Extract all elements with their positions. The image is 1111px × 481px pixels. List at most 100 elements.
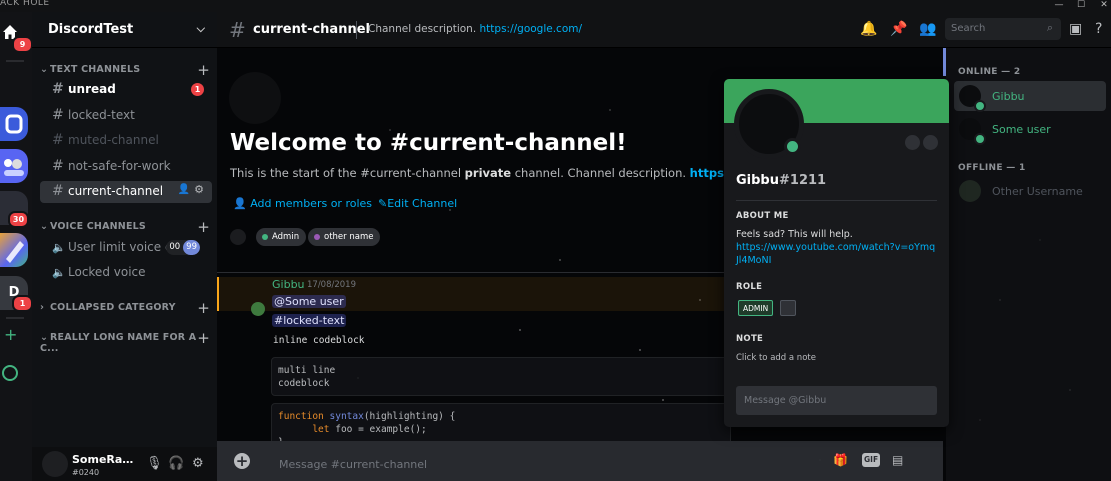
channel-name: not-safe-for-work: [68, 159, 171, 173]
message-author[interactable]: Gibbu: [272, 278, 305, 291]
direct-message-input[interactable]: Message @Gibbu: [736, 386, 937, 415]
message-placeholder: Message @Gibbu: [744, 395, 827, 406]
pin-icon[interactable]: 📌: [890, 21, 907, 37]
message-timestamp: 17/08/2019: [307, 280, 356, 290]
gear-icon[interactable]: ⚙: [194, 183, 204, 196]
chevron-right-icon: ›: [40, 302, 45, 313]
channel-nsfw[interactable]: # not-safe-for-work: [40, 156, 212, 178]
channel-name: unread: [68, 82, 116, 96]
about-link[interactable]: https://www.youtube.com/watch?v=oYmqJl4M…: [736, 242, 935, 266]
add-channel-icon[interactable]: +: [197, 329, 210, 347]
channel-sidebar: DiscordTest ⌵ ⌄ TEXT CHANNELS + # unread 1…: [32, 12, 217, 481]
welcome-text: This is the start of the #current-channe…: [230, 166, 465, 180]
avatar: [959, 180, 981, 202]
role-pill-admin[interactable]: Admin: [256, 228, 307, 246]
microphone-icon[interactable]: 🎙: [146, 456, 163, 471]
server-icon-1[interactable]: [0, 107, 28, 141]
invite-icon[interactable]: 👤: [178, 184, 190, 195]
username: Gibbu: [736, 173, 779, 188]
inbox-icon[interactable]: ▣: [1069, 21, 1082, 37]
code-keyword: let: [312, 424, 330, 435]
channel-name: muted-channel: [68, 133, 159, 147]
channel-current[interactable]: # current-channel 👤 ⚙: [40, 181, 212, 203]
locked-hash-icon: #: [52, 107, 64, 123]
server-icon-2[interactable]: [0, 149, 28, 183]
category-collapsed[interactable]: › COLLAPSED CATEGORY +: [40, 299, 212, 317]
server-icon-4[interactable]: [0, 233, 28, 267]
avatar[interactable]: [42, 451, 68, 477]
add-member-icon: 👤: [233, 197, 247, 210]
search-input[interactable]: Search ⌕: [945, 18, 1061, 40]
channel-locked-text[interactable]: # locked-text: [40, 105, 212, 127]
server-icon-5[interactable]: D 1: [0, 276, 33, 312]
server-logo-icon: [6, 241, 24, 263]
maximize-icon[interactable]: ☐: [1074, 0, 1088, 12]
help-icon[interactable]: ?: [1095, 21, 1102, 37]
user-mention[interactable]: @Some user: [272, 295, 346, 308]
gear-icon[interactable]: ⚙: [192, 456, 204, 471]
server-logo-icon: [5, 114, 23, 134]
code-block-highlighted: function syntax(highlighting) { let foo …: [271, 403, 731, 441]
add-channel-icon[interactable]: +: [197, 299, 210, 317]
voice-channel-locked[interactable]: 🔈 Locked voice: [40, 262, 212, 284]
user-name: SomeRando...: [72, 453, 138, 466]
channel-muted[interactable]: # muted-channel: [40, 130, 212, 152]
member-item[interactable]: Other Username: [954, 176, 1106, 206]
channel-unread[interactable]: # unread 1: [40, 79, 212, 101]
code-block: multi line codeblock: [271, 357, 731, 396]
home-badge: 9: [12, 36, 33, 53]
about-header: ABOUT ME: [736, 211, 789, 221]
role-pill-other[interactable]: other name: [308, 228, 381, 246]
category-voice-channels[interactable]: ⌄ VOICE CHANNELS +: [40, 218, 212, 236]
about-line: Feels sad? This will help.: [736, 229, 853, 240]
add-server-icon[interactable]: +: [4, 325, 17, 344]
server-header[interactable]: DiscordTest ⌵: [32, 12, 217, 48]
member-name: Gibbu: [992, 90, 1025, 103]
category-long-name[interactable]: ⌄ REALLY LONG NAME FOR A C... +: [40, 329, 212, 354]
edit-channel-button[interactable]: ✎Edit Channel: [378, 197, 457, 210]
hash-icon: #: [52, 183, 64, 199]
server-icon-3[interactable]: 30: [0, 191, 29, 228]
channel-name: Locked voice: [68, 265, 146, 279]
add-attachment-icon[interactable]: +: [234, 453, 250, 469]
member-item[interactable]: Some user: [954, 114, 1106, 145]
category-label: COLLAPSED CATEGORY: [50, 302, 176, 313]
close-icon[interactable]: ✕: [1097, 0, 1111, 12]
code-keyword: function: [278, 411, 324, 422]
add-channel-icon[interactable]: +: [197, 218, 210, 236]
explore-icon[interactable]: [2, 365, 18, 381]
rail-separator: [6, 317, 24, 319]
bell-icon[interactable]: 🔔: [860, 21, 877, 37]
code-line: let foo = example();: [278, 423, 724, 436]
role-admin[interactable]: ADMIN: [738, 300, 774, 316]
member-item[interactable]: Gibbu: [954, 81, 1106, 112]
action-label: Edit Channel: [387, 197, 458, 210]
avatar[interactable]: [251, 302, 265, 316]
sticker-icon[interactable]: ▤: [892, 453, 903, 467]
welcome-text: channel. Channel description.: [511, 166, 690, 180]
gift-icon[interactable]: 🎁: [833, 453, 848, 467]
headphones-icon[interactable]: 🎧: [168, 456, 184, 471]
home-button[interactable]: 9: [2, 24, 33, 53]
member-list: ONLINE — 2 Gibbu Some user OFFLINE — 1 O…: [946, 48, 1111, 481]
add-members-button[interactable]: 👤 Add members or roles: [233, 197, 372, 210]
about-text: Feels sad? This will help. https://www.yo…: [736, 228, 936, 267]
add-role-button[interactable]: [780, 300, 796, 316]
gif-button[interactable]: GIF: [862, 453, 881, 467]
minimize-icon[interactable]: —: [1052, 0, 1066, 12]
pencil-icon: ✎: [378, 197, 388, 210]
locked-speaker-icon: 🔈: [52, 266, 66, 279]
channel-mention[interactable]: #locked-text: [272, 314, 347, 327]
members-icon[interactable]: 👥: [919, 21, 936, 37]
message-input[interactable]: + Message #current-channel 🎁 GIF ▤: [217, 441, 943, 481]
message-placeholder: Message #current-channel: [279, 458, 428, 471]
server-rail: 9 30 D 1 +: [0, 12, 33, 481]
voice-channel-user-limit[interactable]: 🔈 User limit voice ch... 00 99: [40, 237, 212, 259]
chevron-down-icon: ⌵: [196, 22, 205, 35]
note-input[interactable]: Click to add a note: [736, 353, 816, 363]
nsfw-hash-icon: #: [52, 158, 64, 174]
badge-icon: [905, 135, 920, 150]
add-channel-icon[interactable]: +: [197, 61, 210, 79]
topic-link[interactable]: https://google.com/: [480, 23, 583, 35]
category-text-channels[interactable]: ⌄ TEXT CHANNELS +: [40, 61, 212, 79]
